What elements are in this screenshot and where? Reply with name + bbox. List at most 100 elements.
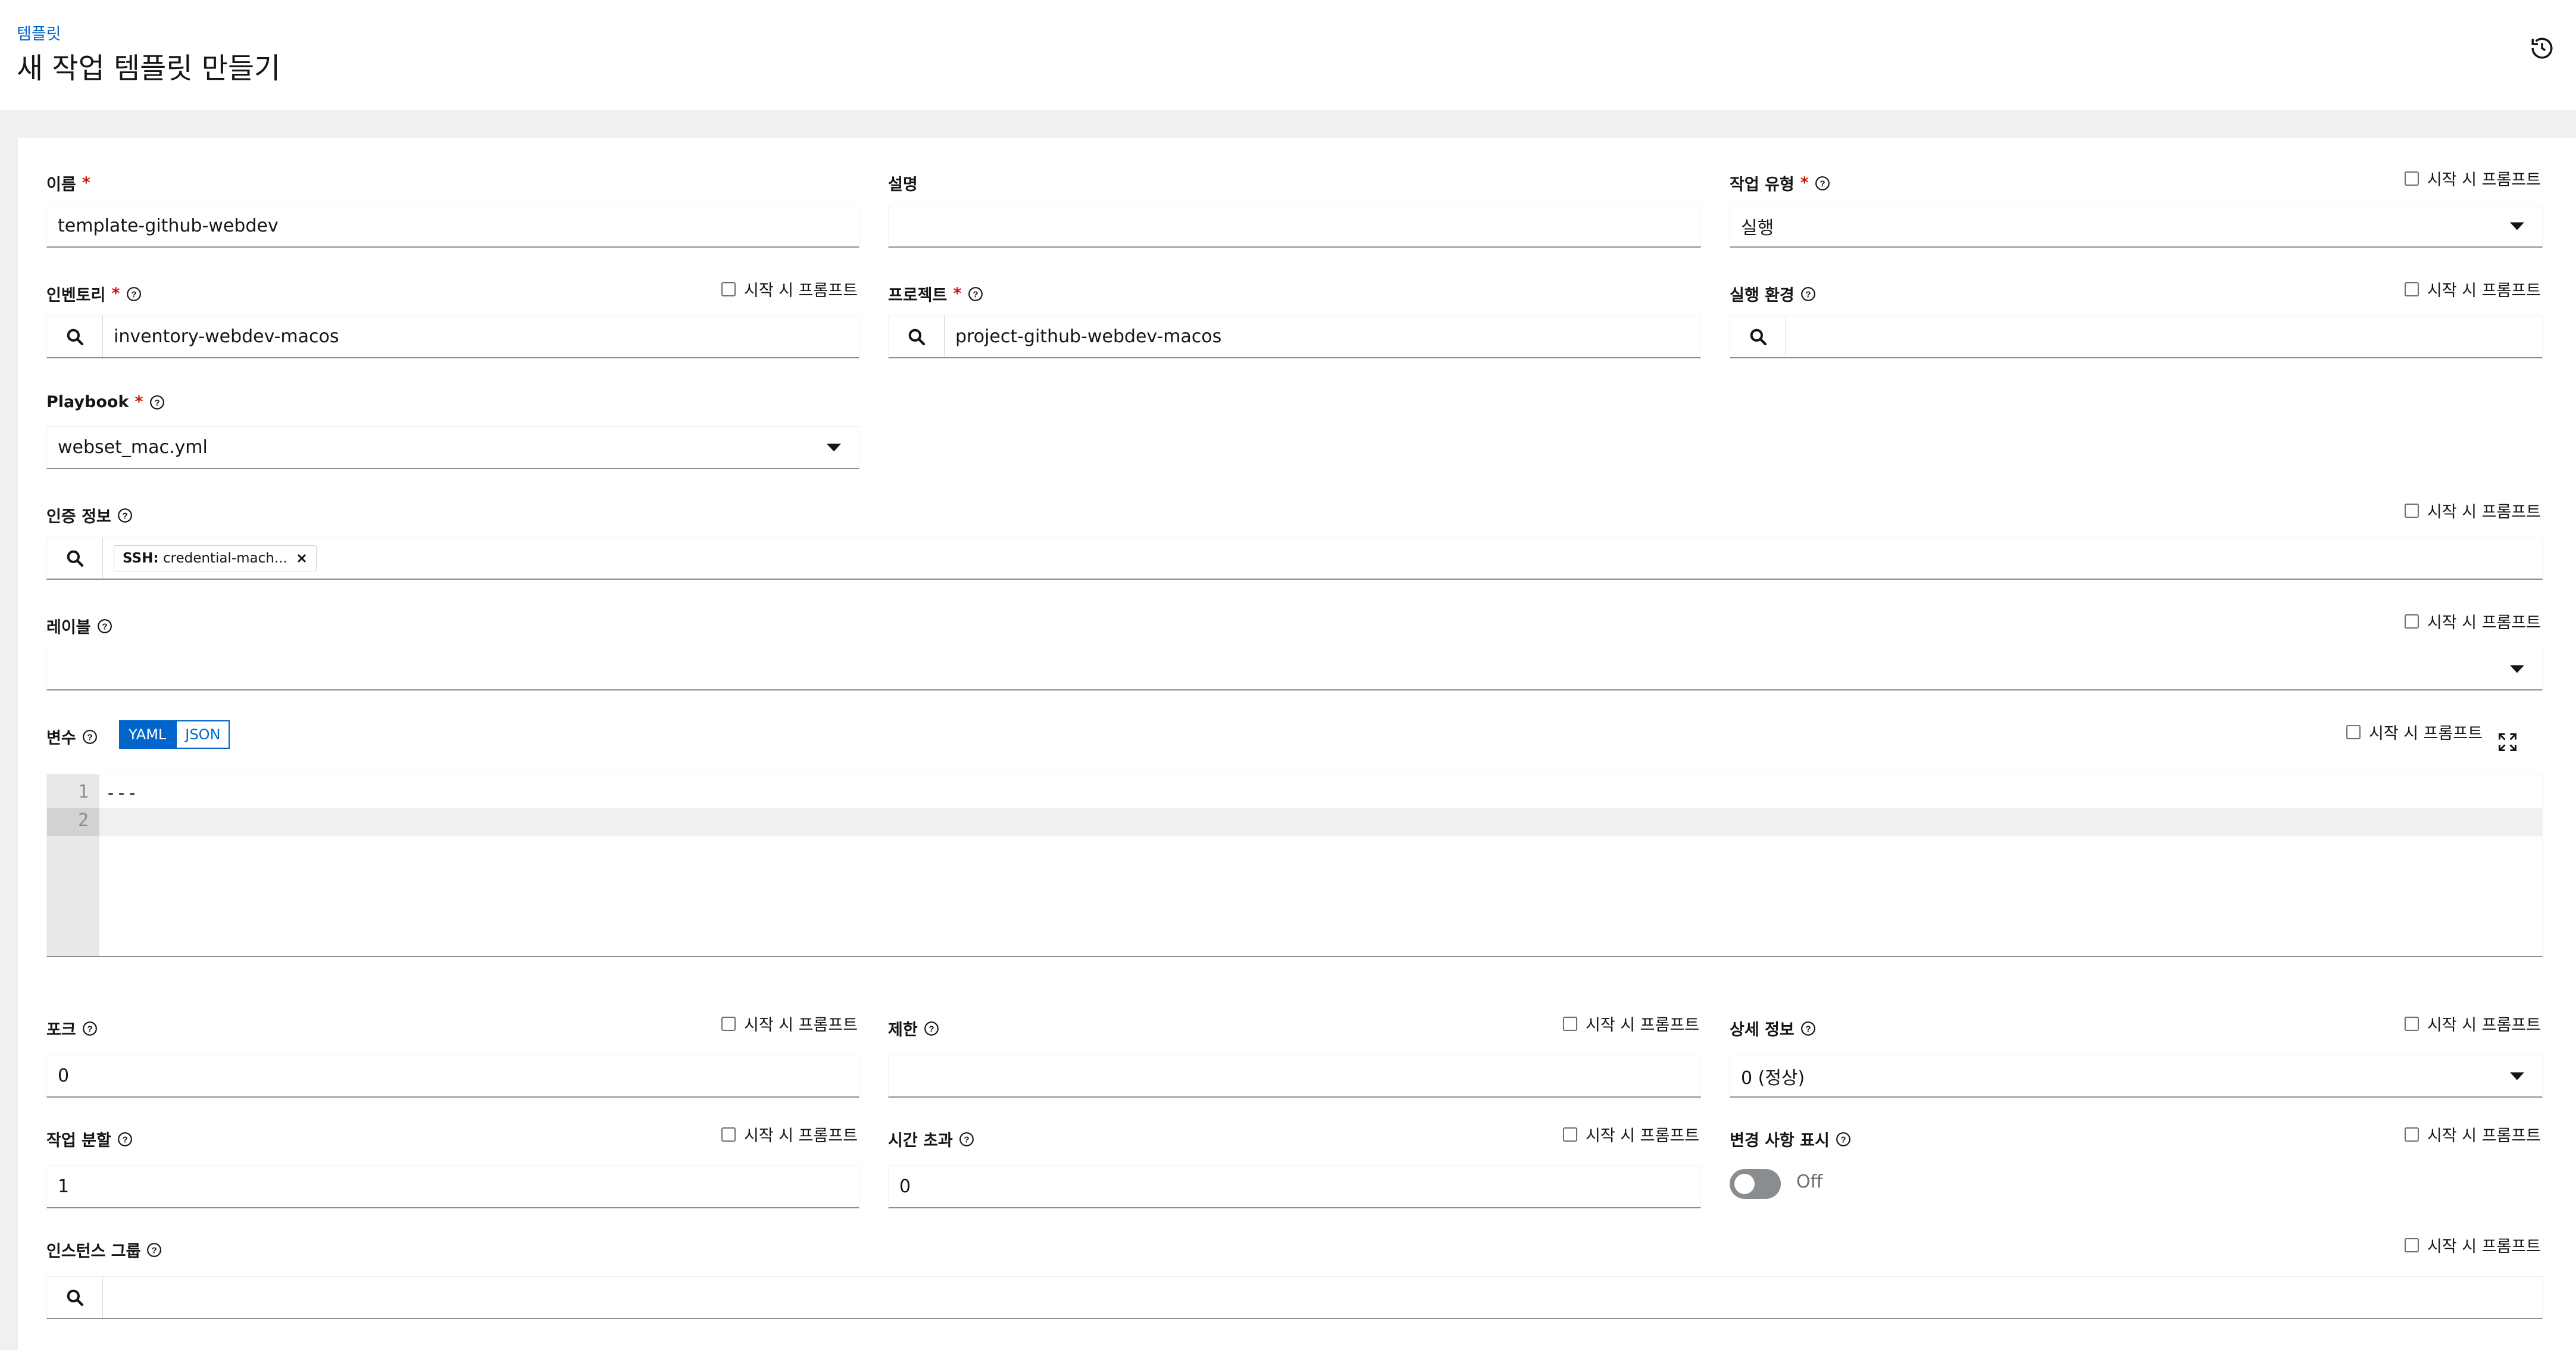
svg-text:?: ? [102, 621, 107, 632]
timeout-input[interactable]: 0 [888, 1165, 1701, 1208]
name-label: 이름 * [46, 174, 90, 194]
project-label: 프로젝트 * ? [888, 282, 983, 305]
svg-text:?: ? [122, 1135, 127, 1145]
checkbox[interactable] [2405, 503, 2419, 518]
checkbox[interactable] [721, 282, 736, 296]
help-icon[interactable]: ? [1800, 1021, 1816, 1036]
checkbox[interactable] [2405, 1016, 2419, 1031]
credential-chip: SSH: credential-mach... [114, 545, 317, 571]
show-changes-switch[interactable] [1730, 1169, 1781, 1199]
svg-text:?: ? [1820, 179, 1825, 189]
forks-prompt-checkbox[interactable]: 시작 시 프롬프트 [721, 1012, 858, 1035]
help-icon[interactable]: ? [968, 286, 983, 302]
breadcrumb-templates[interactable]: 템플릿 [17, 21, 61, 44]
checkbox[interactable] [2405, 282, 2419, 296]
forks-input[interactable]: 0 [46, 1055, 859, 1098]
checkbox[interactable] [1563, 1127, 1577, 1142]
instance-groups-prompt-checkbox[interactable]: 시작 시 프롬프트 [2405, 1233, 2541, 1257]
yaml-toggle-button[interactable]: YAML [119, 720, 176, 749]
json-toggle-button[interactable]: JSON [176, 720, 230, 749]
checkbox[interactable] [721, 1127, 736, 1142]
verbosity-select[interactable]: 0 (정상) [1730, 1055, 2543, 1098]
verbosity-prompt-checkbox[interactable]: 시작 시 프롬프트 [2405, 1012, 2541, 1035]
help-icon[interactable]: ? [146, 1242, 162, 1258]
help-icon[interactable]: ? [149, 395, 165, 410]
inventory-search-button[interactable] [47, 316, 103, 357]
help-icon[interactable]: ? [1815, 176, 1830, 191]
help-icon[interactable]: ? [97, 618, 112, 634]
help-icon[interactable]: ? [82, 1021, 98, 1036]
help-icon[interactable]: ? [924, 1021, 939, 1036]
history-icon[interactable] [2530, 36, 2555, 61]
line-number: 2 [77, 810, 89, 831]
labels-prompt-checkbox[interactable]: 시작 시 프롬프트 [2405, 610, 2541, 633]
instance-groups-label: 인스턴스 그룹 ? [46, 1238, 162, 1261]
execution-env-label: 실행 환경 ? [1730, 282, 1816, 305]
help-icon[interactable]: ? [126, 286, 142, 302]
svg-text:?: ? [152, 1245, 157, 1255]
help-icon[interactable]: ? [117, 508, 133, 523]
timeout-label: 시간 초과 ? [888, 1127, 974, 1151]
inventory-lookup[interactable]: inventory-webdev-macos [46, 315, 859, 358]
checkbox[interactable] [2346, 724, 2361, 739]
credentials-prompt-checkbox[interactable]: 시작 시 프롬프트 [2405, 499, 2541, 522]
description-input[interactable] [888, 205, 1701, 248]
playbook-select[interactable]: webset_mac.yml [46, 426, 859, 469]
limit-input[interactable] [888, 1055, 1701, 1098]
verbosity-label: 상세 정보 ? [1730, 1017, 1816, 1040]
variables-prompt-checkbox[interactable]: 시작 시 프롬프트 [2346, 720, 2483, 743]
timeout-prompt-checkbox[interactable]: 시작 시 프롬프트 [1563, 1123, 1699, 1146]
expand-icon[interactable] [2497, 732, 2518, 753]
svg-text:?: ? [973, 289, 978, 299]
variables-label: 변수 ? [46, 725, 98, 748]
project-lookup[interactable]: project-github-webdev-macos [888, 315, 1701, 358]
help-icon[interactable]: ? [1836, 1132, 1851, 1147]
credentials-lookup[interactable]: SSH: credential-mach... [46, 537, 2543, 580]
help-icon[interactable]: ? [117, 1132, 133, 1147]
execution-env-prompt-checkbox[interactable]: 시작 시 프롬프트 [2405, 277, 2541, 301]
close-icon[interactable] [296, 552, 308, 564]
job-slicing-input[interactable]: 1 [46, 1165, 859, 1208]
execution-env-search-button[interactable] [1730, 316, 1786, 357]
instance-groups-lookup[interactable] [46, 1276, 2543, 1319]
show-changes-state: Off [1796, 1171, 1823, 1192]
checkbox[interactable] [2405, 614, 2419, 629]
chip-type: SSH: [123, 550, 159, 566]
show-changes-prompt-checkbox[interactable]: 시작 시 프롬프트 [2405, 1123, 2541, 1146]
help-icon[interactable]: ? [1800, 286, 1816, 302]
job-slicing-prompt-checkbox[interactable]: 시작 시 프롬프트 [721, 1123, 858, 1146]
description-label: 설명 [888, 176, 918, 194]
name-input[interactable]: template-github-webdev [46, 205, 859, 248]
svg-text:?: ? [154, 398, 160, 408]
chip-value: credential-mach... [162, 550, 287, 566]
instance-groups-search-button[interactable] [47, 1277, 103, 1318]
checkbox[interactable] [1563, 1016, 1577, 1031]
search-icon [67, 550, 83, 567]
show-changes-label: 변경 사항 표시 ? [1730, 1127, 1851, 1151]
caret-down-icon [2510, 222, 2524, 230]
help-icon[interactable]: ? [82, 729, 98, 745]
execution-env-lookup[interactable] [1730, 315, 2543, 358]
variables-code-editor[interactable]: 1 2 --- [46, 774, 2543, 957]
line-number: 1 [77, 782, 89, 802]
labels-select[interactable] [46, 648, 2543, 690]
svg-text:?: ? [1840, 1135, 1846, 1145]
page-header: 템플릿 새 작업 템플릿 만들기 [0, 0, 2576, 110]
job-type-prompt-checkbox[interactable]: 시작 시 프롬프트 [2405, 167, 2541, 190]
credentials-search-button[interactable] [47, 538, 103, 579]
inventory-prompt-checkbox[interactable]: 시작 시 프롬프트 [721, 277, 858, 301]
svg-text:?: ? [87, 732, 92, 742]
job-type-select[interactable]: 실행 [1730, 205, 2543, 248]
help-icon[interactable]: ? [959, 1132, 974, 1147]
forks-label: 포크 ? [46, 1017, 98, 1040]
caret-down-icon [827, 443, 841, 451]
limit-prompt-checkbox[interactable]: 시작 시 프롬프트 [1563, 1012, 1699, 1035]
variables-format-toggle: YAML JSON [119, 720, 230, 749]
svg-text:?: ? [929, 1024, 934, 1034]
checkbox[interactable] [2405, 1238, 2419, 1252]
checkbox[interactable] [2405, 171, 2419, 186]
project-search-button[interactable] [889, 316, 945, 357]
checkbox[interactable] [721, 1016, 736, 1031]
checkbox[interactable] [2405, 1127, 2419, 1142]
svg-text:?: ? [1805, 289, 1811, 299]
